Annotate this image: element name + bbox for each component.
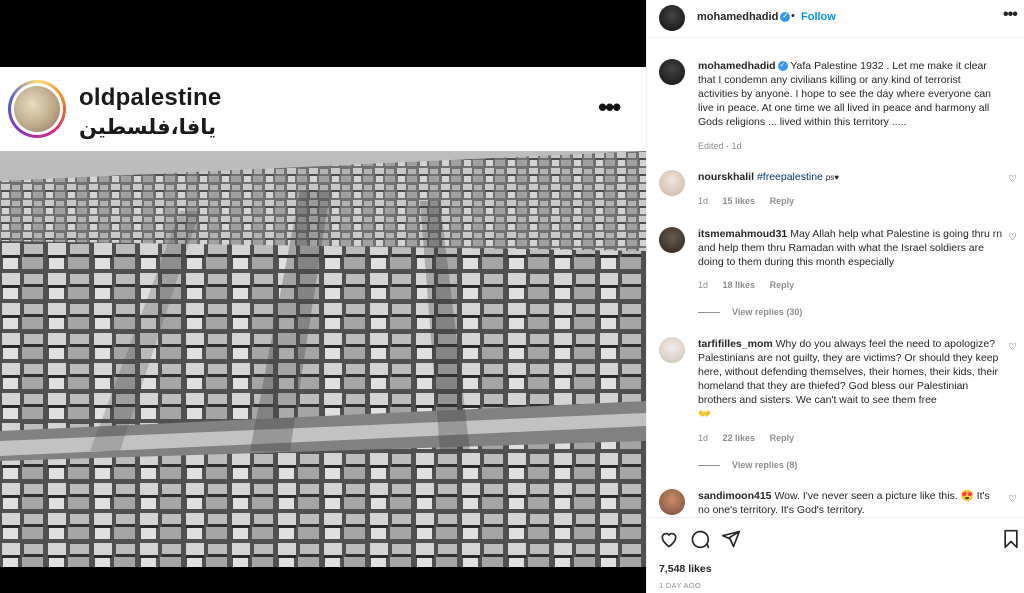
follow-button[interactable]: Follow (801, 11, 836, 23)
share-icon[interactable] (721, 529, 741, 549)
comment-likes[interactable]: 18 likes (723, 280, 756, 290)
comment-age: 1d (698, 433, 709, 443)
comment-icon[interactable] (690, 529, 710, 549)
reply-button[interactable]: Reply (770, 196, 795, 206)
comment-emoji: 👐 (698, 408, 712, 420)
heart-icon[interactable]: ♡ (1008, 232, 1017, 243)
comment-username[interactable]: tarfifilles_mom (698, 338, 773, 350)
comment-avatar[interactable] (659, 227, 685, 253)
header-separator: • (791, 10, 795, 22)
comment-username[interactable]: sandimoon415 (698, 490, 772, 502)
post-media[interactable]: oldpalestine يافا،فلسطين ••• (0, 0, 646, 593)
heart-icon[interactable]: ♡ (1008, 494, 1017, 505)
comment-avatar[interactable] (659, 170, 685, 196)
author-username[interactable]: mohamedhadid ✓ (697, 11, 791, 23)
comment-avatar[interactable] (659, 337, 685, 363)
heart-icon[interactable] (659, 529, 679, 549)
comment-likes[interactable]: 22 likes (723, 433, 756, 443)
post-image[interactable]: oldpalestine يافا،فلسطين ••• (0, 67, 646, 567)
view-replies-button[interactable]: View replies (8) (698, 460, 797, 470)
caption-username[interactable]: mohamedhadid (698, 60, 776, 72)
overlay-username: oldpalestine (79, 84, 222, 111)
comment-hashtag[interactable]: #freepalestine (757, 171, 823, 183)
caption-meta: Edited · 1d (698, 141, 742, 151)
more-options-icon[interactable]: ••• (1003, 6, 1018, 24)
comment-age: 1d (698, 196, 709, 206)
aerial-city-photo (0, 151, 646, 567)
caption-avatar[interactable] (659, 59, 685, 85)
verified-icon: ✓ (777, 61, 788, 72)
overlay-more-icon: ••• (598, 92, 621, 122)
heart-icon[interactable]: ♡ (1008, 174, 1017, 185)
likes-count[interactable]: 7,548 likes (659, 563, 712, 575)
comment-avatar[interactable] (659, 489, 685, 515)
verified-icon: ✓ (780, 12, 791, 23)
post-actions: 7,548 likes 1 DAY AGO (647, 517, 1024, 593)
overlay-arabic-caption: يافا،فلسطين (79, 115, 217, 139)
post-time: 1 DAY AGO (659, 581, 702, 590)
reply-button[interactable]: Reply (770, 280, 795, 290)
overlay-avatar (8, 80, 66, 138)
comment-text: ps♥ (825, 173, 840, 182)
image-overlay-header: oldpalestine يافا،فلسطين ••• (0, 67, 646, 151)
post-sidebar: mohamedhadid ✓ • Follow ••• mohamedhadid ✓… (646, 0, 1024, 593)
comment-username[interactable]: itsmemahmoud31 (698, 228, 787, 240)
heart-icon[interactable]: ♡ (1008, 342, 1017, 353)
comments-list[interactable]: mohamedhadid ✓ Yafa Palestine 1932 . Let … (647, 39, 1024, 517)
comment-likes[interactable]: 15 likes (723, 196, 756, 206)
comment-username[interactable]: nourskhalil (698, 171, 754, 183)
reply-button[interactable]: Reply (770, 433, 795, 443)
post-header: mohamedhadid ✓ • Follow ••• (647, 0, 1024, 38)
view-replies-button[interactable]: View replies (30) (698, 307, 802, 317)
author-avatar[interactable] (659, 5, 685, 31)
comment-age: 1d (698, 280, 709, 290)
bookmark-icon[interactable] (1001, 529, 1021, 549)
